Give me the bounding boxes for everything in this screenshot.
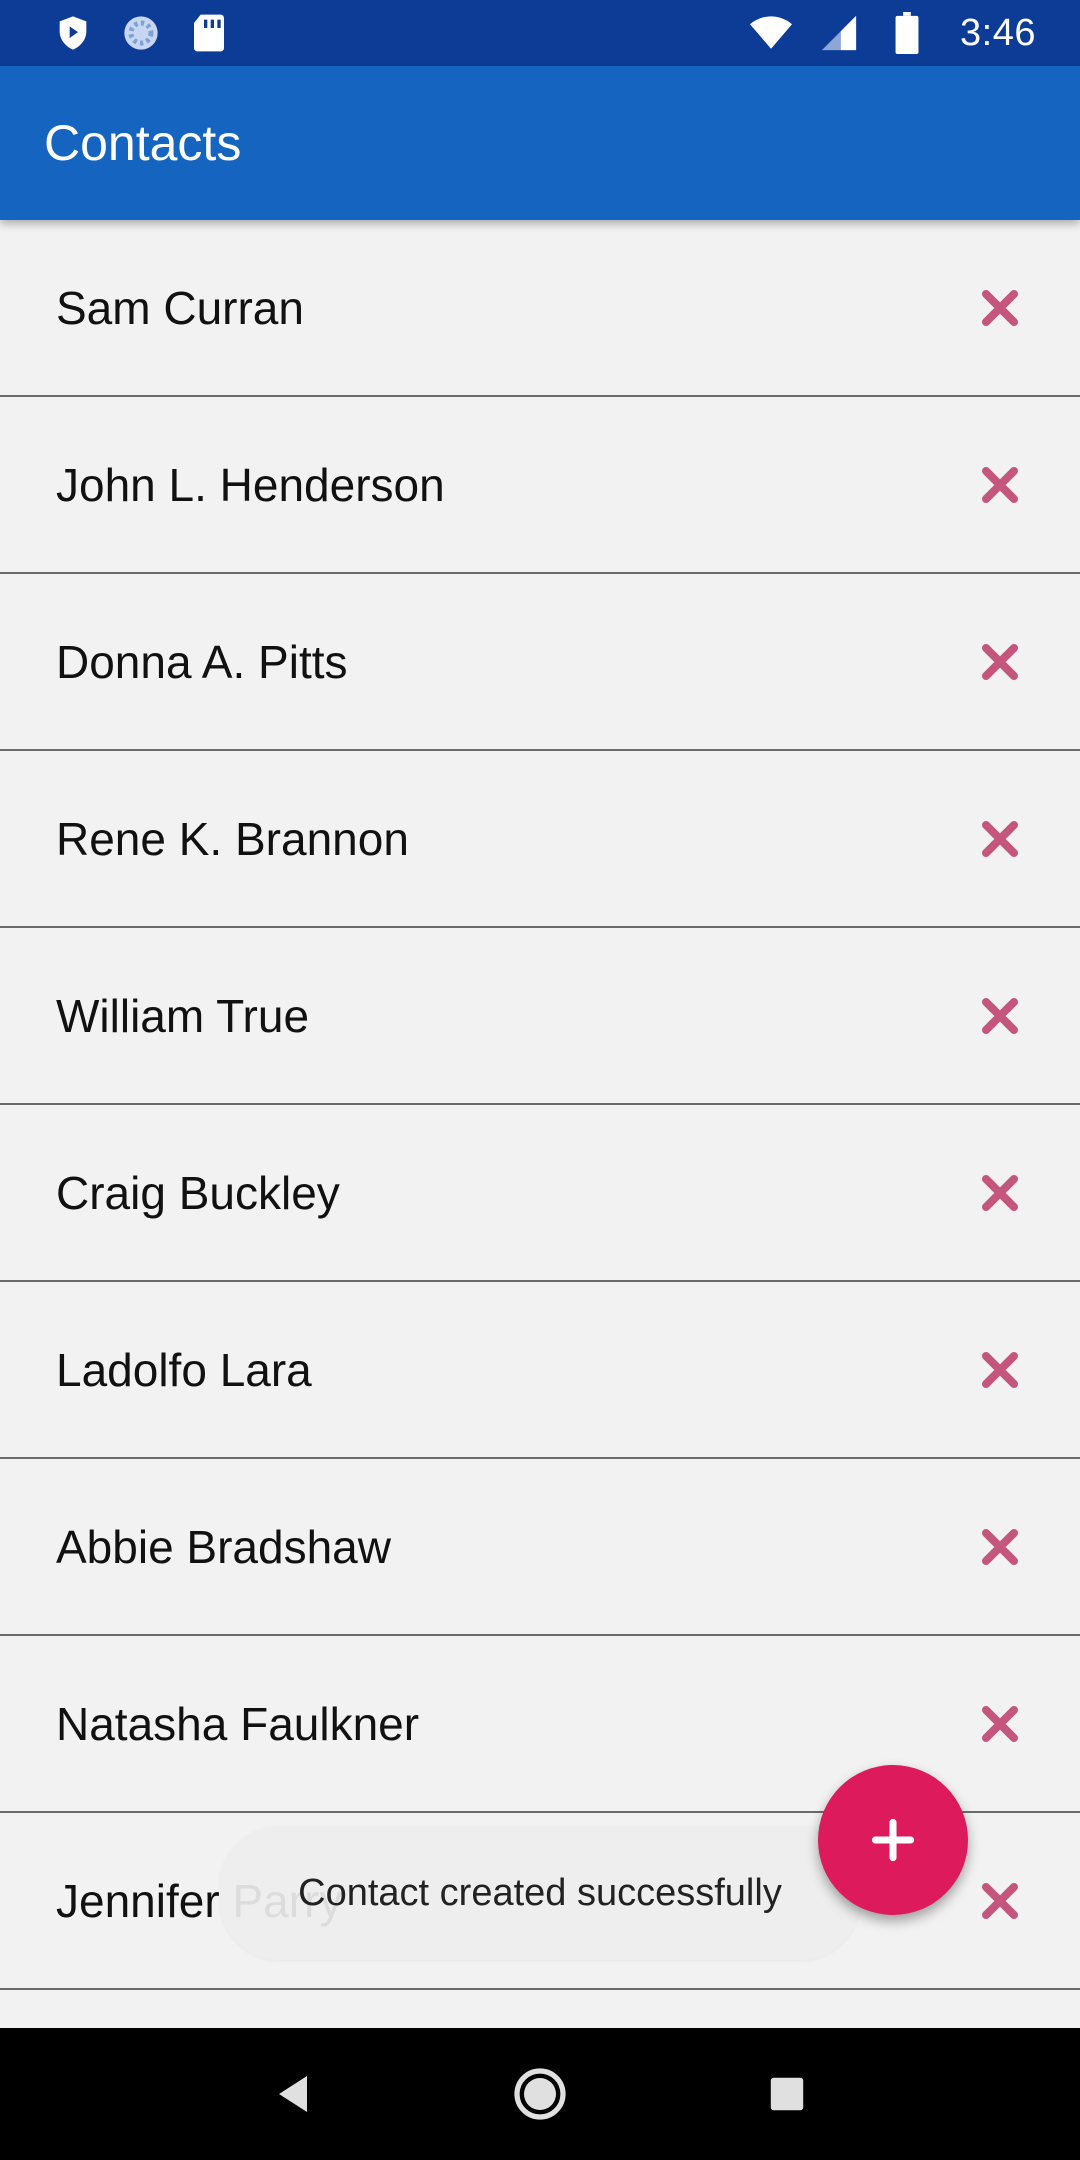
list-item[interactable]: John L. Henderson — [0, 397, 1080, 574]
close-icon[interactable] — [976, 1877, 1024, 1925]
contact-name: William True — [56, 989, 310, 1042]
close-icon[interactable] — [976, 461, 1024, 509]
close-icon[interactable] — [976, 1346, 1024, 1394]
back-icon[interactable] — [258, 2059, 328, 2129]
contact-name: Sam Curran — [56, 281, 304, 334]
contact-name: Ladolfo Lara — [56, 1343, 312, 1396]
close-icon[interactable] — [976, 1169, 1024, 1217]
close-icon[interactable] — [976, 284, 1024, 332]
screen: 3:46 Contacts Sam Curran John L. Henders… — [0, 0, 1080, 2160]
close-icon[interactable] — [976, 1523, 1024, 1571]
snackbar-message: Contact created successfully — [298, 1871, 782, 1914]
status-bar: 3:46 — [0, 0, 1080, 66]
status-time: 3:46 — [960, 11, 1036, 54]
list-item[interactable]: Ladolfo Lara — [0, 1282, 1080, 1459]
signal-icon — [818, 12, 860, 54]
recents-icon[interactable] — [752, 2059, 822, 2129]
sync-icon — [120, 12, 162, 54]
list-item[interactable]: Rene K. Brannon — [0, 751, 1080, 928]
contact-list: Sam Curran John L. Henderson Donna A. Pi… — [0, 220, 1080, 1990]
plus-icon — [871, 1818, 915, 1862]
list-item[interactable]: Donna A. Pitts — [0, 574, 1080, 751]
navigation-bar — [0, 2028, 1080, 2160]
shield-icon — [52, 12, 94, 54]
list-item[interactable]: Sam Curran — [0, 220, 1080, 397]
close-icon[interactable] — [976, 1700, 1024, 1748]
contact-name: Natasha Faulkner — [56, 1697, 420, 1750]
status-bar-left — [52, 12, 230, 54]
contact-name: Rene K. Brannon — [56, 812, 409, 865]
add-contact-button[interactable] — [818, 1765, 968, 1915]
list-item[interactable]: Abbie Bradshaw — [0, 1459, 1080, 1636]
close-icon[interactable] — [976, 992, 1024, 1040]
contact-name: Abbie Bradshaw — [56, 1520, 391, 1573]
contact-name: Donna A. Pitts — [56, 635, 348, 688]
snackbar: Contact created successfully — [220, 1826, 860, 1960]
list-item[interactable]: Craig Buckley — [0, 1105, 1080, 1282]
list-item[interactable]: William True — [0, 928, 1080, 1105]
battery-icon — [886, 12, 928, 54]
page-title: Contacts — [44, 115, 242, 171]
wifi-icon — [750, 12, 793, 54]
close-icon[interactable] — [976, 815, 1024, 863]
sd-card-icon — [188, 12, 230, 54]
home-icon[interactable] — [505, 2059, 575, 2129]
contact-name: John L. Henderson — [56, 458, 445, 511]
app-bar: Contacts — [0, 66, 1080, 220]
contact-name: Craig Buckley — [56, 1166, 340, 1219]
status-bar-right: 3:46 — [750, 12, 1036, 55]
close-icon[interactable] — [976, 638, 1024, 686]
